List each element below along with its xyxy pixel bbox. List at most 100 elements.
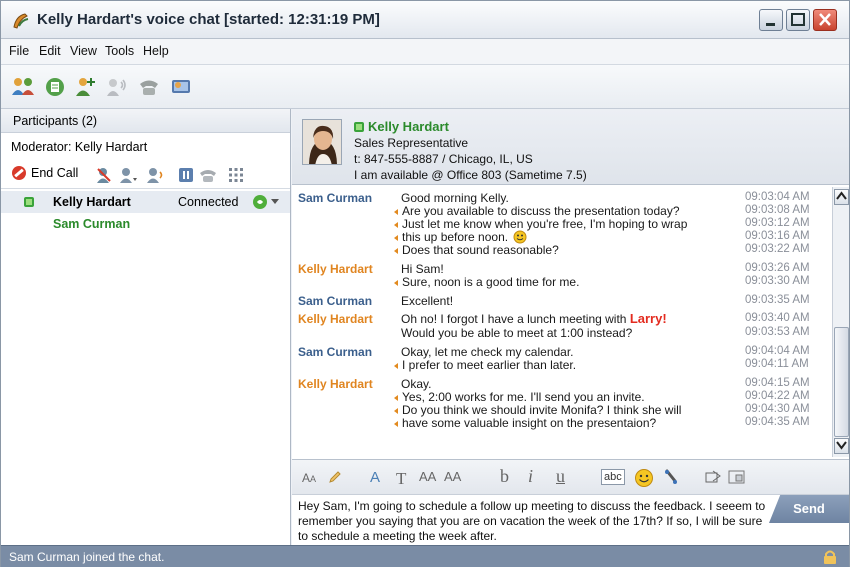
pencil-icon[interactable] — [328, 470, 342, 484]
screen-share-icon[interactable] — [169, 75, 193, 99]
continuation-icon — [394, 407, 398, 414]
contact-name-row: Kelly Hardart — [354, 119, 449, 134]
menu-bar: File Edit View Tools Help — [1, 39, 849, 65]
continuation-icon — [394, 394, 398, 401]
screen-capture-icon[interactable] — [728, 469, 746, 485]
menu-tools[interactable]: Tools — [105, 44, 134, 58]
message-text: Are you available to discuss the present… — [394, 204, 680, 218]
mute-participant-icon[interactable] — [95, 166, 113, 184]
chevron-up-icon — [836, 191, 847, 200]
online-status-icon — [24, 197, 34, 207]
message-timestamp: 09:03:04 AM — [745, 191, 810, 203]
phone-icon[interactable] — [137, 75, 161, 99]
pause-icon[interactable] — [177, 166, 195, 184]
scroll-down-button[interactable] — [834, 438, 849, 454]
text-style-button[interactable]: T — [396, 469, 406, 489]
highlighted-name: Larry! — [629, 311, 667, 326]
message-timestamp: 09:03:40 AM — [745, 312, 810, 324]
chevron-down-icon — [836, 441, 847, 450]
hold-phone-icon[interactable] — [199, 166, 217, 184]
shrink-font-button[interactable]: AA — [444, 469, 461, 484]
message-text: Hi Sam! — [401, 262, 444, 276]
message-timestamp: 09:04:15 AM — [745, 377, 810, 389]
send-button[interactable]: Send — [769, 495, 849, 523]
text-color-button[interactable]: A — [370, 469, 380, 486]
close-icon — [819, 13, 831, 26]
menu-file[interactable]: File — [9, 44, 29, 58]
avatar — [302, 119, 342, 165]
scroll-thumb[interactable] — [834, 327, 849, 437]
participants-header[interactable]: Participants (2) — [1, 109, 290, 133]
end-call-button[interactable]: End Call — [11, 165, 78, 181]
message-timestamp: 09:04:04 AM — [745, 345, 810, 357]
lock-icon — [824, 550, 836, 564]
message-timestamp: 09:03:22 AM — [745, 243, 810, 255]
message-timestamp: 09:03:26 AM — [745, 262, 810, 274]
message-timestamp: 09:04:30 AM — [745, 403, 810, 415]
message-text: this up before noon. — [394, 230, 527, 244]
menu-help[interactable]: Help — [143, 44, 169, 58]
smiley-icon — [513, 230, 527, 244]
message-sender: Kelly Hardart — [298, 377, 373, 391]
volume-down-icon[interactable] — [119, 166, 137, 184]
message-timestamp: 09:03:12 AM — [745, 217, 810, 229]
main-toolbar — [1, 65, 849, 109]
spellcheck-button[interactable]: abc — [601, 469, 625, 485]
participants-icon[interactable] — [11, 75, 35, 99]
voice-active-icon[interactable] — [252, 194, 268, 210]
chevron-down-icon[interactable] — [271, 199, 279, 205]
chat-pane: Kelly Hardart Sales Representative t: 84… — [292, 109, 849, 545]
close-button[interactable] — [813, 9, 837, 31]
contact-name: Kelly Hardart — [368, 119, 449, 134]
minimize-icon — [766, 23, 775, 26]
continuation-icon — [394, 221, 398, 228]
message-timestamp: 09:03:30 AM — [745, 275, 810, 287]
voice-icon[interactable] — [105, 75, 129, 99]
menu-view[interactable]: View — [70, 44, 97, 58]
link-icon[interactable] — [662, 468, 680, 486]
emoticon-icon[interactable] — [634, 468, 654, 488]
dialpad-icon[interactable] — [227, 166, 245, 184]
volume-up-icon[interactable] — [147, 166, 165, 184]
end-call-label: End Call — [31, 166, 79, 180]
online-status-icon — [354, 122, 364, 132]
stop-icon — [12, 166, 26, 180]
participant-row[interactable]: Sam Curman — [1, 213, 290, 235]
maximize-icon — [791, 13, 805, 26]
transcript-scrollbar[interactable] — [832, 187, 849, 457]
bold-button[interactable]: b — [500, 466, 509, 487]
scroll-up-button[interactable] — [834, 189, 849, 205]
message-timestamp: 09:04:22 AM — [745, 390, 810, 402]
notes-icon[interactable] — [43, 75, 67, 99]
menu-edit[interactable]: Edit — [39, 44, 61, 58]
add-contact-icon[interactable] — [73, 75, 97, 99]
status-message: Sam Curman joined the chat. — [9, 550, 165, 564]
continuation-icon — [394, 362, 398, 369]
message-timestamp: 09:04:35 AM — [745, 416, 810, 428]
message-text: Would you be able to meet at 1:00 instea… — [401, 326, 633, 340]
chat-transcript[interactable]: Sam Curman Good morning Kelly. 09:03:04 … — [292, 187, 832, 457]
contact-phone: t: 847-555-8887 / Chicago, IL, US — [354, 152, 533, 166]
font-size-button[interactable]: AA — [302, 471, 316, 485]
message-text: Just let me know when you're free, I'm h… — [394, 217, 687, 231]
send-file-icon[interactable] — [705, 469, 723, 485]
message-text: Yes, 2:00 works for me. I'll send you an… — [394, 390, 645, 404]
message-text: Okay, let me check my calendar. — [401, 345, 574, 359]
message-text: have some valuable insight on the presen… — [394, 416, 656, 430]
message-sender: Sam Curman — [298, 191, 373, 205]
continuation-icon — [394, 279, 398, 286]
italic-button[interactable]: i — [528, 466, 533, 487]
participant-status: Connected — [178, 195, 239, 209]
message-sender: Kelly Hardart — [298, 262, 373, 276]
participant-row[interactable]: Kelly Hardart Connected — [1, 191, 290, 213]
minimize-button[interactable] — [759, 9, 783, 31]
message-input-text[interactable]: Hey Sam, I'm going to schedule a follow … — [298, 499, 768, 544]
maximize-button[interactable] — [786, 9, 810, 31]
status-bar: Sam Curman joined the chat. — [1, 545, 849, 567]
underline-button[interactable]: u — [556, 466, 565, 487]
message-timestamp: 09:03:35 AM — [745, 294, 810, 306]
grow-font-button[interactable]: AA — [419, 469, 436, 484]
message-input[interactable]: Hey Sam, I'm going to schedule a follow … — [292, 495, 849, 545]
continuation-icon — [394, 420, 398, 427]
message-text: Sure, noon is a good time for me. — [394, 275, 579, 289]
